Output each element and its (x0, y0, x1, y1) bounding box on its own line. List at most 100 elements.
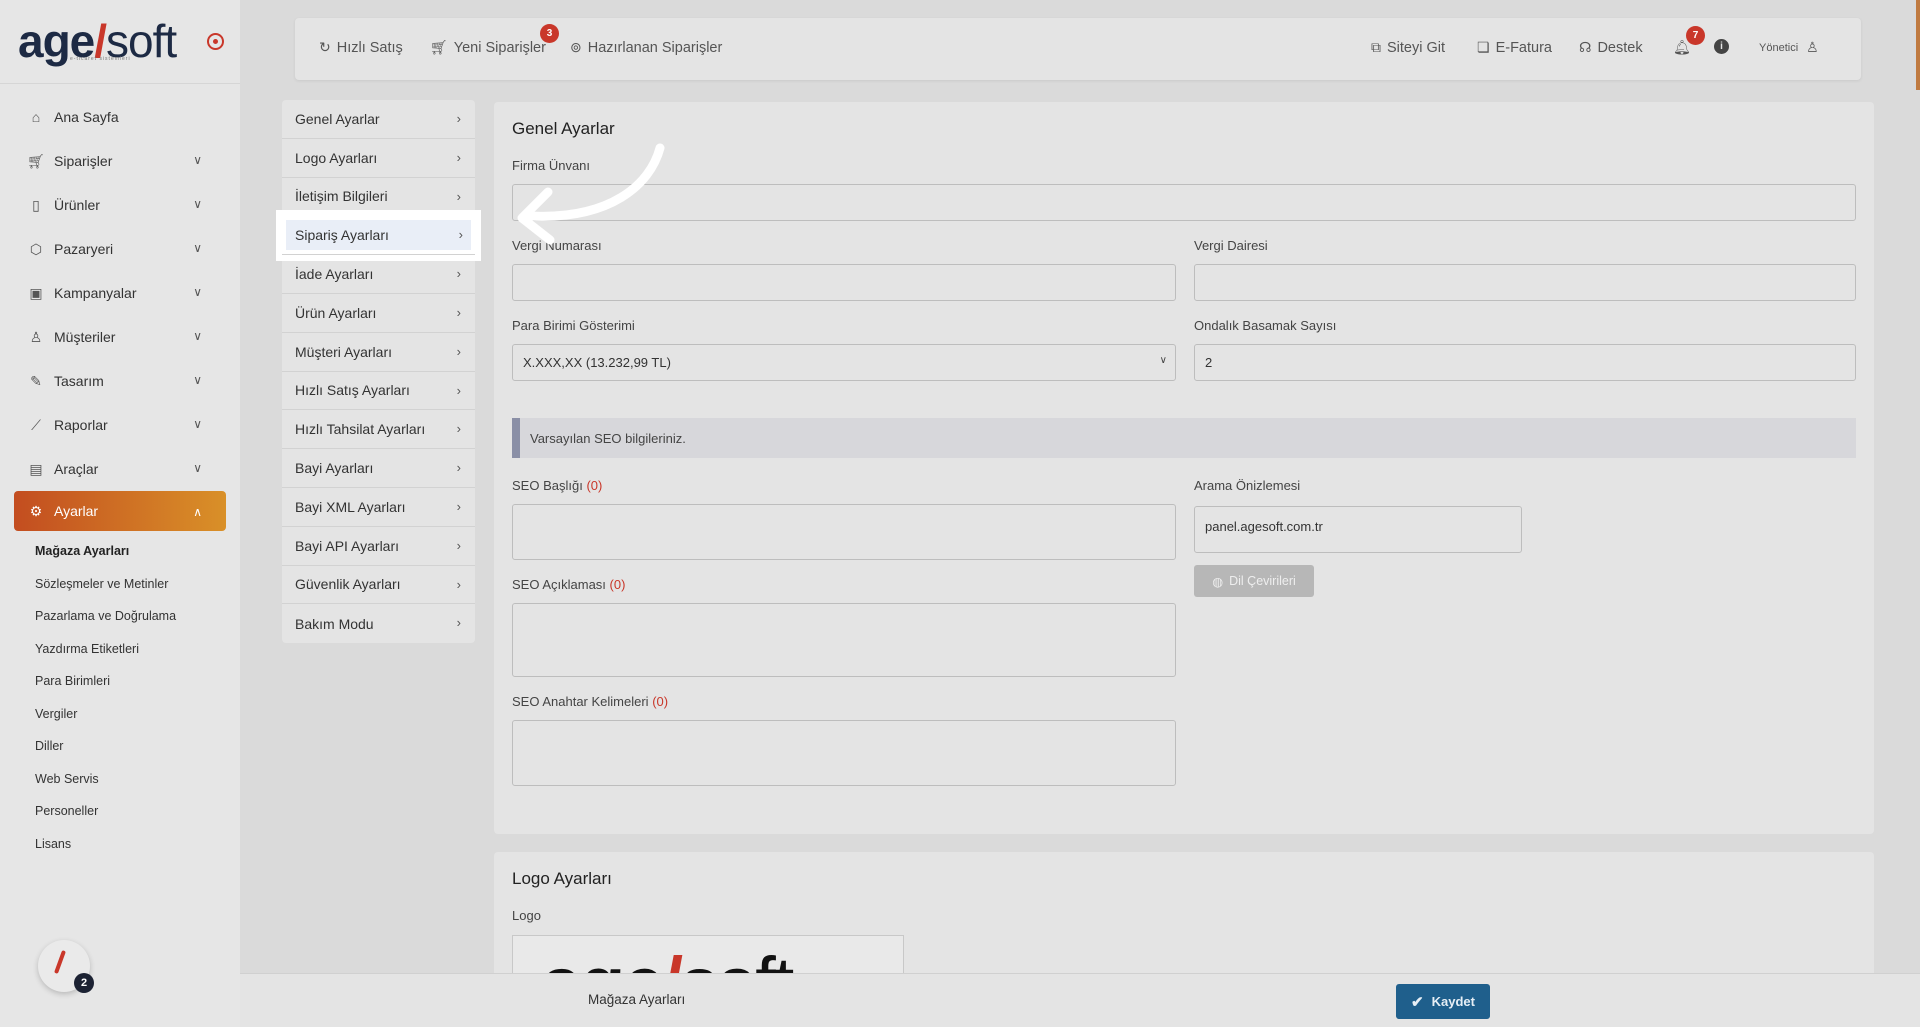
sidebar-item-label: Araçlar (54, 461, 99, 477)
sidebar-item-products[interactable]: ▯ Ürünler ∨ (0, 183, 240, 227)
sidebar-item-design[interactable]: ✎ Tasarım ∨ (0, 359, 240, 403)
chevron-right-icon: › (456, 188, 461, 204)
invoice-icon: ❏ (1477, 39, 1490, 55)
submenu-item-label: Bayi XML Ayarları (295, 498, 406, 515)
subnav-item-print-labels[interactable]: Yazdırma Etiketleri (0, 633, 240, 666)
subnav-item-currencies[interactable]: Para Birimleri (0, 665, 240, 698)
cart-icon: 🛒︎ (27, 152, 45, 169)
user-icon: ♙ (29, 328, 43, 345)
subnav-item-marketing[interactable]: Pazarlama ve Doğrulama (0, 600, 240, 633)
support-label: Destek (1597, 39, 1643, 56)
subnav-item-staff[interactable]: Personeller (0, 795, 240, 828)
submenu-item-dealer-api[interactable]: Bayi API Ayarları › (282, 527, 475, 566)
sidebar-item-customers[interactable]: ♙ Müşteriler ∨ (0, 315, 240, 359)
subnav-item-languages[interactable]: Diller (0, 730, 240, 763)
chevron-right-icon: › (456, 498, 461, 514)
tax-office-field[interactable] (1194, 264, 1856, 301)
decimal-places-field[interactable]: 2 (1194, 344, 1856, 381)
subnav-item-taxes[interactable]: Vergiler (0, 698, 240, 731)
brand-mark-icon (54, 950, 66, 974)
submenu-item-quick-sale[interactable]: Hızlı Satış Ayarları › (282, 372, 475, 411)
submenu-item-label: Ürün Ayarları (295, 304, 377, 321)
go-site-label: Siteyi Git (1387, 39, 1446, 56)
prepared-orders-link[interactable]: ⊚ Hazırlanan Siparişler (570, 39, 722, 56)
submenu-item-dealer[interactable]: Bayi Ayarları › (282, 449, 475, 488)
sidebar-item-marketplace[interactable]: ⬡ Pazaryeri ∨ (0, 227, 240, 271)
company-field[interactable] (512, 184, 1856, 221)
seo-title-label: SEO Başlığı (0) (512, 478, 602, 493)
submenu-item-label: Güvenlik Ayarları (295, 576, 401, 593)
bottom-bar-title: Mağaza Ayarları (588, 992, 686, 1007)
sidebar-item-orders[interactable]: 🛒︎ Siparişler ∨ (0, 139, 240, 183)
info-button[interactable]: i (1714, 39, 1735, 54)
submenu-item-order-settings[interactable]: Sipariş Ayarları › (276, 210, 481, 262)
subnav-item-store-settings[interactable]: Mağaza Ayarları (0, 535, 240, 568)
chevron-down-icon: ∨ (193, 241, 202, 255)
subnav-item-web-service[interactable]: Web Servis (0, 763, 240, 796)
chevron-down-icon: ∨ (193, 153, 202, 167)
seo-keywords-label-text: SEO Anahtar Kelimeleri (512, 694, 649, 709)
sidebar-item-reports[interactable]: ⟋ Raporlar ∨ (0, 403, 240, 447)
quick-sale-link[interactable]: ↻ Hızlı Satış (319, 39, 403, 56)
support-link[interactable]: ☊ Destek (1579, 39, 1643, 56)
seo-title-label-text: SEO Başlığı (512, 478, 583, 493)
sidebar-item-home[interactable]: ⌂ Ana Sayfa (0, 95, 240, 139)
sidebar-item-settings[interactable]: ⚙ Ayarlar ∧ (14, 491, 226, 531)
notifications-badge: 7 (1686, 26, 1705, 45)
sidebar-item-campaigns[interactable]: ▣ Kampanyalar ∨ (0, 271, 240, 315)
submenu-item-returns[interactable]: İade Ayarları › (282, 255, 475, 294)
submenu-item-maintenance[interactable]: Bakım Modu › (282, 604, 475, 643)
submenu-item-label: Hızlı Satış Ayarları (295, 382, 410, 399)
quick-sale-icon: ↻ (319, 39, 331, 55)
language-translations-button[interactable]: ◍ Dil Çevirileri (1194, 565, 1314, 597)
sidebar-item-label: Ayarlar (54, 503, 99, 519)
sidebar-item-label: Siparişler (54, 153, 113, 169)
search-preview-box: panel.agesoft.com.tr (1194, 506, 1522, 553)
submenu-item-label: Bayi API Ayarları (295, 537, 400, 554)
submenu-item-quick-collection[interactable]: Hızlı Tahsilat Ayarları › (282, 410, 475, 450)
settings-icon: ⚙ (29, 502, 43, 519)
tutorial-arrow-icon (517, 143, 665, 245)
submenu-item-dealer-xml[interactable]: Bayi XML Ayarları › (282, 488, 475, 527)
new-orders-link[interactable]: 🛒︎ Yeni Siparişler (430, 39, 546, 56)
general-settings-title: Genel Ayarlar (512, 119, 615, 138)
submenu-item-label: Bayi Ayarları (295, 460, 374, 477)
chevron-right-icon: › (456, 421, 461, 437)
seo-description-field[interactable] (512, 603, 1176, 677)
language-translations-label: Dil Çevirileri (1229, 574, 1296, 588)
sidebar-item-label: Tasarım (54, 373, 104, 389)
logo-label: Logo (512, 908, 541, 923)
go-site-link[interactable]: ⧉ Siteyi Git (1371, 39, 1445, 56)
save-button[interactable]: ✔ Kaydet (1396, 984, 1490, 1019)
target-icon[interactable] (207, 33, 224, 50)
chevron-down-icon: ∨ (193, 461, 202, 475)
einvoice-link[interactable]: ❏ E-Fatura (1477, 39, 1552, 56)
submenu-item-customers[interactable]: Müşteri Ayarları › (282, 333, 475, 372)
book-icon: ▯ (32, 196, 40, 213)
user-menu[interactable]: Yönetici ♙ (1759, 39, 1825, 56)
chevron-right-icon: › (456, 304, 461, 320)
chevron-right-icon: › (456, 537, 461, 553)
submenu-item-general[interactable]: Genel Ayarlar › (282, 100, 475, 139)
sidebar-item-label: Raporlar (54, 417, 108, 433)
submenu-item-label: Bakım Modu (295, 615, 374, 632)
submenu-item-security[interactable]: Güvenlik Ayarları › (282, 566, 475, 605)
chevron-down-icon: ∨ (193, 197, 202, 211)
tax-number-field[interactable] (512, 264, 1176, 301)
currency-format-select[interactable]: X.XXX,XX (13.232,99 TL) ∨ (512, 344, 1176, 381)
submenu-item-contact[interactable]: İletişim Bilgileri › (282, 178, 475, 217)
submenu-item-label: İade Ayarları (295, 266, 374, 283)
sidebar-item-tools[interactable]: ▤ Araçlar ∨ (0, 447, 240, 491)
subnav-item-contracts[interactable]: Sözleşmeler ve Metinler (0, 568, 240, 601)
submenu-item-products[interactable]: Ürün Ayarları › (282, 294, 475, 333)
submenu-item-logo[interactable]: Logo Ayarları › (282, 139, 475, 178)
check-icon: ✔ (1411, 993, 1424, 1011)
submenu-item-label: Sipariş Ayarları (295, 227, 389, 244)
subnav-item-license[interactable]: Lisans (0, 828, 240, 861)
seo-title-field[interactable] (512, 504, 1176, 560)
user-name: Yönetici (1759, 41, 1799, 54)
submenu-item-label: Genel Ayarlar (295, 110, 380, 127)
page-scrollbar[interactable] (1916, 0, 1920, 90)
seo-keywords-field[interactable] (512, 720, 1176, 786)
chevron-right-icon: › (456, 343, 461, 359)
